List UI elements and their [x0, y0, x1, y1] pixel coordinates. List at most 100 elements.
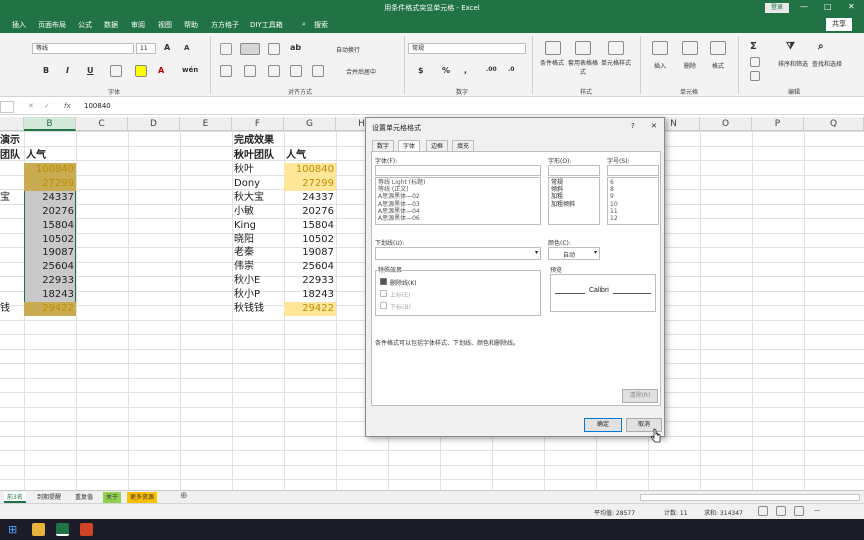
tab-search[interactable]: 搜索 — [314, 20, 328, 30]
normal-view-icon[interactable] — [758, 506, 768, 516]
page-layout-icon[interactable] — [776, 506, 786, 516]
wrap-text-button[interactable]: 自动换行 — [336, 45, 360, 54]
size-option[interactable]: 6 — [608, 179, 658, 186]
sheet-tab-top3[interactable]: 前3名 — [4, 492, 26, 503]
horizontal-scrollbar[interactable] — [640, 494, 860, 501]
popularity-cell[interactable]: 15804 — [284, 219, 334, 233]
italic-button[interactable]: I — [66, 66, 69, 75]
border-icon[interactable] — [110, 65, 122, 77]
increase-decimal-icon[interactable]: .00 — [486, 66, 497, 73]
merge-center-button[interactable]: 合并后居中 — [346, 67, 376, 76]
align-right-icon[interactable] — [268, 65, 280, 77]
style-input[interactable] — [548, 165, 600, 176]
size-option[interactable]: 12 — [608, 215, 658, 222]
percent-icon[interactable]: % — [442, 66, 450, 75]
column-header-o[interactable]: O — [700, 117, 752, 131]
align-center-icon[interactable] — [244, 65, 256, 77]
sheet-tab-duplicates[interactable]: 重复值 — [72, 492, 96, 503]
sort-filter-icon[interactable]: ⧩ — [786, 41, 795, 52]
clear-icon[interactable] — [750, 71, 760, 81]
popularity-cell[interactable]: 100840 — [284, 163, 334, 177]
font-name-select[interactable]: 等线 — [32, 43, 134, 54]
insert-cells-icon[interactable] — [652, 41, 668, 55]
font-size-select[interactable]: 11 — [136, 43, 156, 54]
color-select[interactable]: 自动 ▾ — [548, 247, 600, 260]
team-name-cell[interactable]: 秋钱钱 — [234, 302, 264, 316]
insert-cells-button[interactable]: 插入 — [654, 61, 666, 70]
popularity-cell[interactable]: 22933 — [284, 274, 334, 288]
popularity-cell[interactable]: 29422 — [24, 302, 74, 316]
font-option[interactable]: A思源黑体—03 — [376, 201, 540, 208]
column-header-d[interactable]: D — [128, 117, 180, 131]
dialog-close-button[interactable]: ✕ — [651, 122, 657, 130]
autosum-icon[interactable]: Σ — [750, 41, 757, 52]
find-select-icon[interactable]: ⌕ — [818, 41, 824, 52]
font-option[interactable]: A思源黑体—02 — [376, 193, 540, 200]
sort-filter-button[interactable]: 排序和筛选 — [778, 59, 808, 68]
cell-styles-icon[interactable] — [608, 41, 624, 55]
align-bottom-icon[interactable] — [268, 43, 280, 55]
team-name-cell[interactable]: 钱 — [0, 302, 10, 316]
size-option[interactable]: 11 — [608, 208, 658, 215]
tab-formulas[interactable]: 公式 — [78, 20, 92, 30]
enter-icon[interactable]: ✓ — [44, 102, 50, 110]
popularity-cell[interactable]: 27299 — [284, 177, 334, 191]
cancel-icon[interactable]: ✕ — [28, 102, 34, 110]
popularity-cell[interactable]: 15804 — [24, 219, 74, 233]
column-header-f[interactable]: F — [232, 117, 284, 131]
tab-insert[interactable]: 插入 — [12, 20, 26, 30]
team-name-cell[interactable]: King — [234, 219, 256, 233]
align-left-icon[interactable] — [220, 65, 232, 77]
popularity-cell[interactable]: 18243 — [284, 288, 334, 302]
popularity-cell[interactable]: 24337 — [284, 191, 334, 205]
increase-indent-icon[interactable] — [312, 65, 324, 77]
font-option[interactable]: A思源黑体—06 — [376, 215, 540, 222]
style-option[interactable]: 加粗倾斜 — [549, 201, 599, 208]
powerpoint-icon[interactable] — [80, 523, 93, 536]
insert-function-icon[interactable]: fx — [64, 102, 71, 110]
size-option[interactable]: 9 — [608, 193, 658, 200]
team-name-cell[interactable]: 老秦 — [234, 246, 254, 260]
tab-data[interactable]: 数据 — [104, 20, 118, 30]
size-input[interactable] — [607, 165, 659, 176]
login-button[interactable]: 登录 — [765, 3, 789, 13]
orientation-icon[interactable]: ab — [290, 43, 301, 52]
column-header-b[interactable]: B — [24, 117, 76, 131]
popularity-cell[interactable]: 18243 — [24, 288, 74, 302]
format-as-table-button[interactable]: 套用表格格式 — [568, 58, 598, 76]
name-box[interactable] — [0, 101, 14, 113]
popularity-cell[interactable]: 22933 — [24, 274, 74, 288]
font-list[interactable]: 等线 Light (标题) 等线 (正文) A思源黑体—02 A思源黑体—03 … — [375, 177, 541, 225]
sheet-tab-expiry[interactable]: 到期提醒 — [34, 492, 64, 503]
tab-view[interactable]: 视图 — [158, 20, 172, 30]
underline-button[interactable]: U — [87, 66, 94, 75]
excel-icon[interactable] — [56, 523, 69, 536]
file-explorer-icon[interactable] — [32, 523, 45, 536]
superscript-checkbox[interactable] — [380, 290, 387, 297]
fill-icon[interactable] — [750, 57, 760, 67]
style-option[interactable]: 加粗 — [549, 193, 599, 200]
grow-font-icon[interactable]: A — [164, 43, 170, 52]
size-list[interactable]: 6 8 9 10 11 12 — [607, 177, 659, 225]
tab-page-layout[interactable]: 页面布局 — [38, 20, 66, 30]
share-button[interactable]: 共享 — [826, 18, 852, 31]
tab-fangfang[interactable]: 方方格子 — [211, 20, 239, 30]
find-select-button[interactable]: 查找和选择 — [812, 59, 842, 68]
bold-button[interactable]: B — [43, 66, 49, 75]
conditional-format-icon[interactable] — [545, 41, 561, 55]
team-name-cell[interactable]: 秋叶 — [234, 163, 254, 177]
subscript-checkbox[interactable] — [380, 302, 387, 309]
column-header-p[interactable]: P — [752, 117, 804, 131]
fill-color-icon[interactable] — [135, 65, 147, 77]
popularity-cell[interactable]: 10502 — [284, 233, 334, 247]
font-color-button[interactable]: A — [158, 66, 164, 75]
align-middle-icon[interactable] — [240, 43, 260, 55]
team-name-cell[interactable]: 秋大宝 — [234, 191, 264, 205]
search-icon[interactable]: ⌕ — [302, 20, 306, 29]
team-name-cell[interactable]: 秋小E — [234, 274, 260, 288]
clear-button[interactable]: 清除(R) — [622, 389, 658, 403]
tab-review[interactable]: 审阅 — [131, 20, 145, 30]
popularity-cell[interactable]: 29422 — [284, 302, 334, 316]
sheet-tab-more[interactable]: 更多资源 — [127, 492, 158, 503]
team-name-cell[interactable]: 宝 — [0, 191, 10, 205]
